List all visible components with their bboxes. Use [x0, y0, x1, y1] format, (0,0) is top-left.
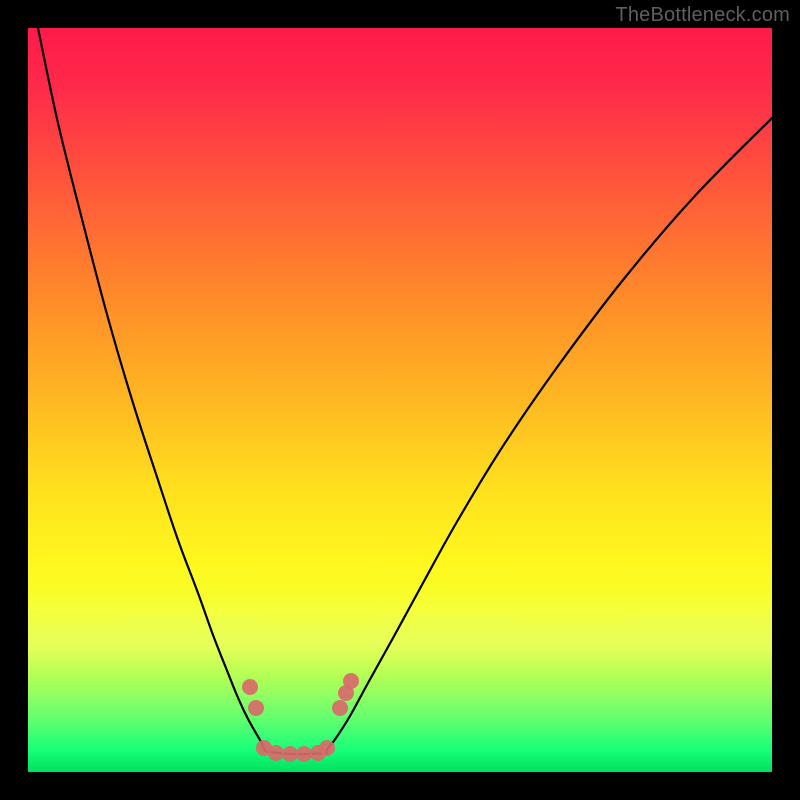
marker-dot — [248, 700, 264, 716]
watermark-text: TheBottleneck.com — [615, 4, 790, 27]
marker-dot — [256, 740, 272, 756]
marker-dot — [282, 746, 298, 762]
highlight-band — [28, 588, 772, 678]
marker-dot — [343, 673, 359, 689]
bottleneck-curve — [38, 28, 772, 754]
marker-dot — [319, 740, 335, 756]
marker-dot — [332, 700, 348, 716]
chart-svg — [28, 28, 772, 772]
outer-frame: TheBottleneck.com — [0, 0, 800, 800]
marker-dot — [268, 745, 284, 761]
marker-dot — [338, 685, 354, 701]
marker-dot — [310, 745, 326, 761]
marker-dot — [296, 746, 312, 762]
marker-dot — [242, 679, 258, 695]
chart-canvas — [28, 28, 772, 772]
